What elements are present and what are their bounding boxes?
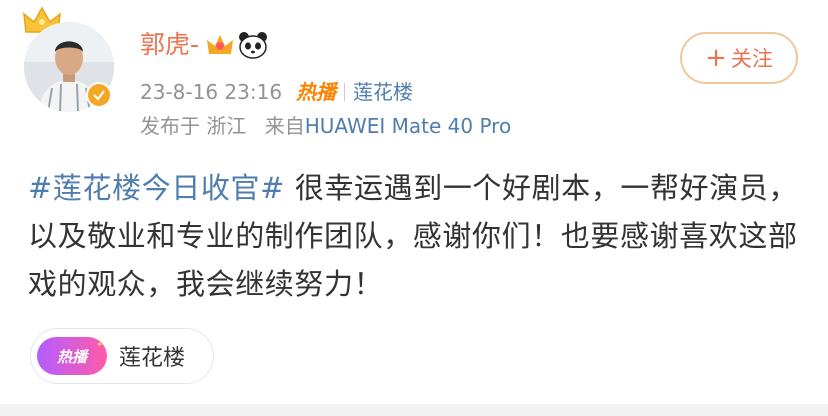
- hot-badge-label: 热播: [56, 347, 87, 366]
- panda-icon: [239, 32, 268, 59]
- hashtag-link[interactable]: #莲花楼今日收官#: [28, 171, 285, 205]
- follow-button[interactable]: + 关注: [680, 32, 798, 84]
- follow-label: 关注: [730, 47, 773, 71]
- hot-badge: ✦ 热播: [37, 337, 107, 375]
- meta-divider: [344, 83, 346, 101]
- post-content: #莲花楼今日收官# 很幸运遇到一个好剧本，一帮好演员，以及敬业和专业的制作团队，…: [28, 164, 808, 308]
- topic-card-title: 莲花楼: [119, 346, 186, 371]
- sparkle-icon: ✦: [96, 340, 103, 349]
- device-link[interactable]: HUAWEI Mate 40 Pro: [305, 114, 511, 138]
- post-datetime: 23-8-16 23:16: [140, 80, 283, 104]
- plus-icon: +: [705, 43, 727, 73]
- post-source: 发布于 浙江 来自HUAWEI Mate 40 Pro: [140, 112, 511, 140]
- post-meta: 23-8-16 23:16 热播 莲花楼: [140, 78, 413, 106]
- author-name[interactable]: 郭虎-: [140, 28, 269, 62]
- topic-card[interactable]: ✦ 热播 莲花楼: [30, 328, 214, 384]
- vip-crown-icon: [207, 35, 234, 54]
- verified-badge-icon: [86, 82, 112, 108]
- topic-link[interactable]: 莲花楼: [353, 78, 413, 106]
- author-name-text[interactable]: 郭虎-: [140, 28, 199, 62]
- section-divider: [0, 404, 828, 416]
- hot-tag[interactable]: 热播: [296, 78, 336, 106]
- source-prefix: 来自: [264, 114, 305, 138]
- post-location: 发布于 浙江: [140, 114, 247, 138]
